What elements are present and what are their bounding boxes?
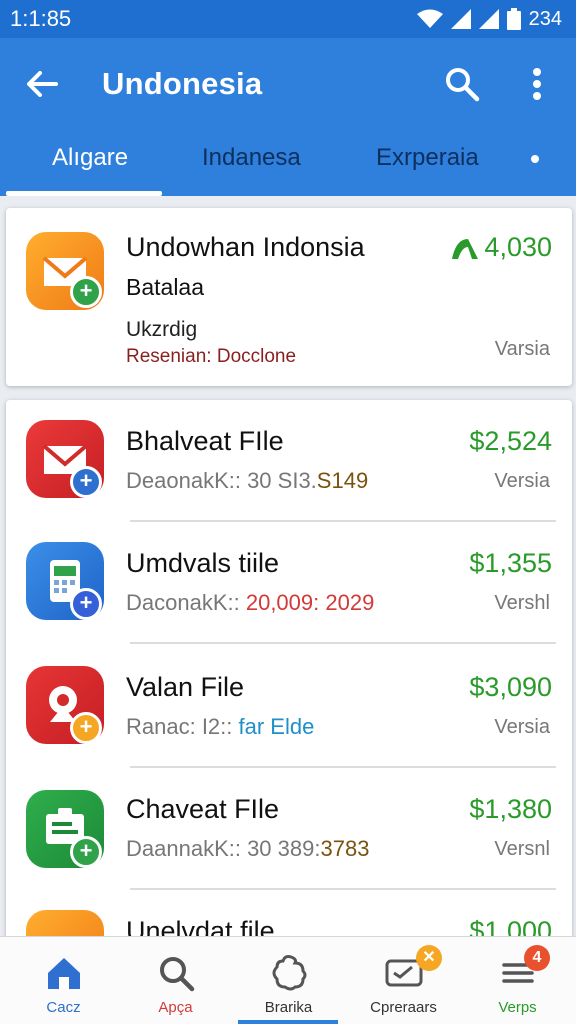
status-time: 1:1:85 [10, 6, 72, 31]
item-detail-label: DeaonakK:: 30 SI3. [126, 468, 317, 493]
featured-meta-label: Resenian: [126, 346, 212, 367]
featured-price: 4,030 [484, 232, 552, 262]
featured-meta: Resenian: Docclone [126, 346, 296, 368]
item-detail-label: DaannakK:: 30 389: [126, 836, 321, 861]
trending-icon [452, 238, 479, 259]
notification-badge-icon: 4 [524, 945, 550, 971]
featured-name: Undowhan Indonsia [126, 232, 365, 262]
list-item[interactable]: + Chaveat FIle DaannakK:: 30 389:3783 $1… [6, 768, 572, 888]
page-title: Undonesia [102, 66, 263, 101]
featured-meta-value: Docclone [216, 346, 297, 367]
puzzle-icon [272, 955, 307, 991]
back-arrow-icon[interactable] [24, 66, 60, 102]
featured-detail: Ukzrdig [126, 318, 198, 341]
battery-level: 234 [528, 7, 562, 30]
item-price: $3,090 [469, 672, 552, 702]
add-badge-icon: + [70, 712, 102, 744]
item-detail-label: DaconakK:: [126, 590, 246, 615]
item-version: Versia [494, 470, 550, 492]
nav-label: Cpreraars [370, 999, 437, 1016]
active-tab-indicator [6, 191, 162, 196]
signal-icon [450, 9, 471, 29]
add-badge-icon: + [70, 588, 102, 620]
featured-card[interactable]: + Undowhan Indonsia Batalaa Ukzrdig Rese… [6, 208, 572, 386]
search-icon [160, 957, 195, 992]
list-item[interactable]: + Valan File Ranac: I2:: far Elde $3,090… [6, 644, 572, 766]
tab-overflow-dot[interactable] [531, 155, 539, 163]
item-name: Chaveat FIle [126, 794, 280, 824]
notification-badge-icon: ✕ [416, 945, 442, 971]
tab-indanesa[interactable]: Indanesa [202, 144, 301, 172]
item-detail-value: 3783 [320, 836, 370, 861]
signal-icon [478, 9, 499, 29]
bottom-navigation: Cacz Apça Brarika ✕ Cpreraars 4 Verps [0, 936, 576, 1024]
nav-item-apca[interactable]: Apça [118, 937, 233, 1024]
add-badge-icon: + [70, 466, 102, 498]
file-list-card: + Bhalveat FIle DeaonakK:: 30 SI3.S149 $… [6, 400, 572, 960]
item-detail: Ranac: I2:: far Elde [126, 714, 314, 740]
nav-label: Apça [158, 999, 193, 1016]
home-icon [48, 958, 80, 989]
nav-active-indicator [238, 1020, 338, 1024]
item-detail: DeaonakK:: 30 SI3.S149 [126, 468, 368, 494]
status-bar: 1:1:85 234 [0, 0, 576, 38]
add-badge-icon: + [70, 836, 102, 868]
list-item[interactable]: + Bhalveat FIle DeaonakK:: 30 SI3.S149 $… [6, 400, 572, 520]
list-item[interactable]: + Umdvals tiile DaconakK:: 20,009: 2029 … [6, 522, 572, 642]
item-detail-value: 20,009: 2029 [245, 590, 375, 615]
tab-bar: Alıgare Indanesa Exrperaia [0, 130, 576, 196]
app-bar: Undonesia Alıgare Indanesa Exrperaia [0, 38, 576, 196]
wifi-icon [416, 9, 443, 28]
add-badge-icon: + [70, 276, 102, 308]
nav-item-cpreraars[interactable]: ✕ Cpreraars [346, 937, 461, 1024]
nav-item-brarika[interactable]: Brarika [231, 937, 346, 1024]
featured-price-group: 4,030 [450, 232, 552, 263]
item-detail-label: Ranac: I2:: [126, 714, 239, 739]
item-detail: DaconakK:: 20,009: 2029 [126, 590, 374, 616]
tab-aligare[interactable]: Alıgare [52, 144, 128, 172]
nav-item-verps[interactable]: 4 Verps [460, 937, 575, 1024]
item-version: Versnl [494, 838, 550, 860]
item-name: Bhalveat FIle [126, 426, 284, 456]
item-price: $2,524 [469, 426, 552, 456]
featured-subtitle: Batalaa [126, 274, 205, 300]
nav-label: Verps [498, 999, 537, 1016]
battery-icon [506, 8, 521, 30]
item-detail-value: S149 [316, 468, 369, 493]
search-icon[interactable] [444, 66, 480, 102]
more-vert-icon[interactable] [522, 64, 552, 104]
item-version: Versia [494, 716, 550, 738]
item-detail-value: far Elde [238, 714, 315, 739]
featured-version: Varsia [494, 338, 550, 360]
item-name: Umdvals tiile [126, 548, 280, 578]
item-detail: DaannakK:: 30 389:3783 [126, 836, 369, 862]
item-price: $1,355 [469, 548, 552, 578]
item-version: Vershl [494, 592, 550, 614]
nav-item-cacz[interactable]: Cacz [6, 937, 121, 1024]
nav-label: Cacz [46, 999, 81, 1016]
nav-label: Brarika [264, 999, 313, 1016]
item-name: Valan File [126, 672, 245, 702]
tab-exrperaia[interactable]: Exrperaia [376, 144, 479, 172]
item-price: $1,380 [469, 794, 552, 824]
